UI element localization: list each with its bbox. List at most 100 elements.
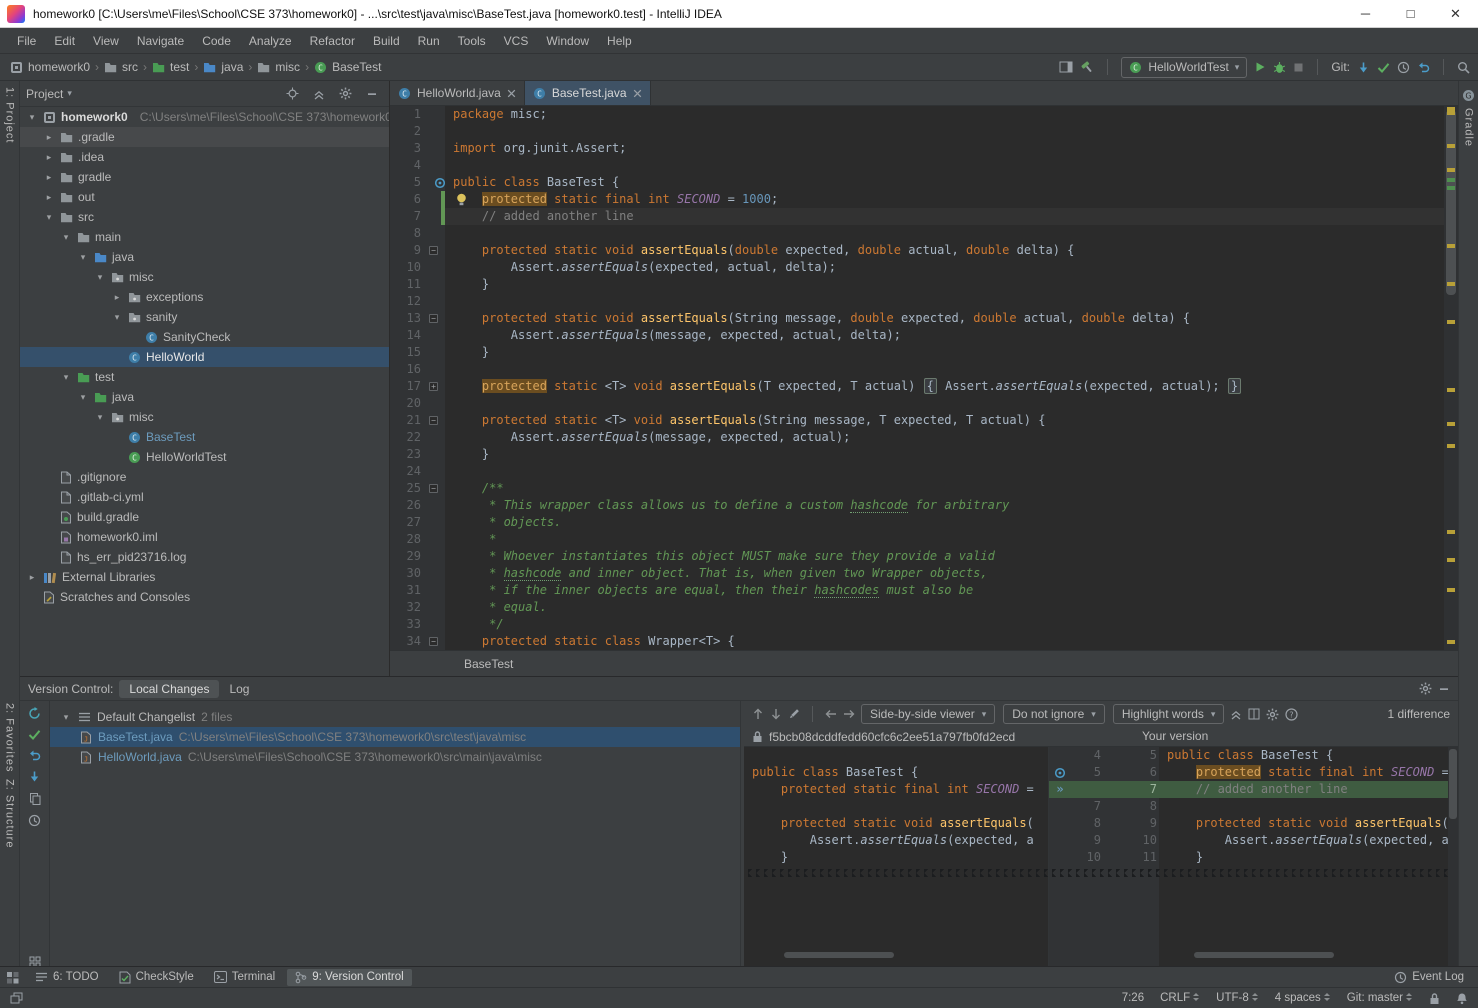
next-difference-icon[interactable] [770,708,782,720]
tree-item-build.gradle[interactable]: build.gradle [20,507,389,527]
code-line-7[interactable]: 7 // added another line [390,208,1444,225]
vcs-tab-Log[interactable]: Log [219,680,259,698]
diff-left-pane[interactable]: public class BaseTest { protected static… [744,747,1049,966]
tree-expand-toggle[interactable]: ▾ [77,252,89,263]
fold-toggle-icon[interactable]: − [429,416,438,425]
menu-code[interactable]: Code [193,30,240,52]
code-line-11[interactable]: 11 } [390,276,1444,293]
fold-toggle-icon[interactable]: − [429,314,438,323]
tree-item-HelloWorld[interactable]: CHelloWorld [20,347,389,367]
tree-item-gradle[interactable]: ▸gradle [20,167,389,187]
caret-position[interactable]: 7:26 [1122,992,1144,1004]
error-stripe-mark[interactable] [1447,178,1455,182]
menu-navigate[interactable]: Navigate [128,30,193,52]
code-line-6[interactable]: 6 protected static final int SECOND = 10… [390,191,1444,208]
apply-change-icon[interactable]: » [1049,781,1071,798]
menu-help[interactable]: Help [598,30,641,52]
tree-expand-toggle[interactable]: ▸ [43,132,55,143]
changed-file-HelloWorld.java[interactable]: JHelloWorld.javaC:\Users\me\Files\School… [50,747,740,767]
tree-item-.gitlab-ci.yml[interactable]: .gitlab-ci.yml [20,487,389,507]
error-stripe-mark[interactable] [1447,444,1455,448]
code-line-31[interactable]: 31 * if the inner objects are equal, the… [390,582,1444,599]
editor-breadcrumb[interactable]: BaseTest [464,657,513,671]
tree-expand-toggle[interactable]: ▾ [60,372,72,383]
close-icon[interactable] [507,89,516,98]
stripe-structure-button[interactable]: Z: Structure [4,779,16,848]
tree-expand-toggle[interactable]: ▾ [94,272,106,283]
tree-item-java[interactable]: ▾java [20,247,389,267]
toolwindow-button-CheckStyle[interactable]: CheckStyle [111,969,202,986]
show-history-icon[interactable] [28,814,41,827]
tree-item-homework0[interactable]: ▾homework0C:\Users\me\Files\School\CSE 3… [20,107,389,127]
previous-file-icon[interactable] [825,708,837,720]
menu-vcs[interactable]: VCS [495,30,538,52]
code-line-27[interactable]: 27 * objects. [390,514,1444,531]
editor-tab-BaseTest.java[interactable]: CBaseTest.java [525,81,651,105]
code-line-33[interactable]: 33 */ [390,616,1444,633]
tree-expand-toggle[interactable]: ▾ [60,712,72,723]
tree-item-misc[interactable]: ▾misc [20,407,389,427]
code-line-21[interactable]: 21− protected static <T> void assertEqua… [390,412,1444,429]
code-line-13[interactable]: 13− protected static void assertEquals(S… [390,310,1444,327]
previous-difference-icon[interactable] [752,708,764,720]
code-line-34[interactable]: 34− protected static class Wrapper<T> { [390,633,1444,650]
help-icon[interactable]: ? [1285,708,1298,721]
tree-expand-toggle[interactable]: ▾ [60,232,72,243]
code-line-12[interactable]: 12 [390,293,1444,310]
fold-toggle-icon[interactable]: − [429,484,438,493]
error-stripe-mark[interactable] [1447,244,1455,248]
diff-dropdown-side-by-side-viewer[interactable]: Side-by-side viewer▾ [861,704,995,724]
search-everywhere-icon[interactable] [1457,61,1470,74]
stripe-favorites-button[interactable]: 2: Favorites [4,703,16,772]
scrollbar-thumb[interactable] [1449,749,1457,819]
breadcrumb-item-BaseTest[interactable]: CBaseTest [314,60,381,74]
tree-item-src[interactable]: ▾src [20,207,389,227]
menu-tools[interactable]: Tools [449,30,495,52]
stripe-project-button[interactable]: 1: Project [4,87,16,143]
error-stripe-mark[interactable] [1447,530,1455,534]
code-line-1[interactable]: 1package misc; [390,106,1444,123]
editor-tab-HelloWorld.java[interactable]: CHelloWorld.java [390,81,525,105]
tree-item-main[interactable]: ▾main [20,227,389,247]
next-file-icon[interactable] [843,708,855,720]
error-stripe-mark[interactable] [1447,388,1455,392]
toolwindow-button-6: TODO[interactable]: 6: TODO [27,969,107,986]
tree-item-test[interactable]: ▾test [20,367,389,387]
tree-expand-toggle[interactable]: ▸ [111,292,123,303]
code-line-24[interactable]: 24 [390,463,1444,480]
tree-item-sanity[interactable]: ▾sanity [20,307,389,327]
error-stripe-mark[interactable] [1447,186,1455,190]
code-line-20[interactable]: 20 [390,395,1444,412]
error-stripe-mark[interactable] [1447,168,1455,172]
tree-expand-toggle[interactable]: ▾ [111,312,123,323]
tree-expand-toggle[interactable]: ▸ [26,572,38,583]
tree-item-SanityCheck[interactable]: CSanityCheck [20,327,389,347]
maximize-button[interactable]: □ [1388,0,1433,27]
error-stripe-mark[interactable] [1447,558,1455,562]
git-branch-widget[interactable]: Git: master [1347,992,1413,1004]
tree-item-.gitignore[interactable]: .gitignore [20,467,389,487]
diff-dropdown-do-not-ignore[interactable]: Do not ignore▾ [1003,704,1105,724]
toolwindow-button-9: Version Control[interactable]: 9: Version Control [287,969,411,986]
code-line-4[interactable]: 4 [390,157,1444,174]
code-line-15[interactable]: 15 } [390,344,1444,361]
code-line-29[interactable]: 29 * Whoever instantiates this object MU… [390,548,1444,565]
fold-toggle-icon[interactable]: − [429,637,438,646]
breadcrumb-item-test[interactable]: test [152,60,189,74]
gear-icon[interactable] [1419,682,1432,695]
error-stripe-mark[interactable] [1447,588,1455,592]
hide-panel-icon[interactable] [366,88,378,100]
code-line-30[interactable]: 30 * hashcode and inner object. That is,… [390,565,1444,582]
code-line-10[interactable]: 10 Assert.assertEquals(expected, actual,… [390,259,1444,276]
diff-right-pane[interactable]: public class BaseTest { protected static… [1159,747,1448,966]
code-line-9[interactable]: 9− protected static void assertEquals(do… [390,242,1444,259]
diff-left-hscrollbar[interactable] [784,952,894,958]
hide-panel-icon[interactable] [1438,683,1450,695]
tree-expand-toggle[interactable]: ▾ [43,212,55,223]
locate-file-icon[interactable] [286,87,299,100]
code-line-17[interactable]: 17+ protected static <T> void assertEqua… [390,378,1444,395]
toolwindow-button-Event Log[interactable]: Event Log [1386,969,1472,986]
code-line-3[interactable]: 3import org.junit.Assert; [390,140,1444,157]
sync-scroll-icon[interactable] [1248,708,1260,720]
code-line-8[interactable]: 8 [390,225,1444,242]
